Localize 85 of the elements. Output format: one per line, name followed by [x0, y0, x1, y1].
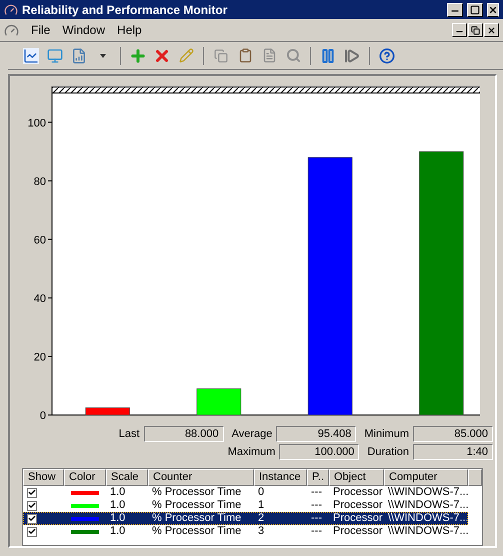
restore-icon — [471, 26, 480, 34]
restore-button[interactable] — [468, 23, 483, 37]
column-header[interactable]: Instance — [254, 469, 307, 486]
menu-item[interactable]: File — [31, 21, 50, 39]
add-icon — [129, 46, 147, 64]
report-view-icon — [71, 48, 87, 64]
column-header[interactable]: Object — [329, 469, 384, 486]
table-cell: 3 — [258, 525, 264, 537]
tick-label: 0 — [40, 410, 46, 422]
stat-value: 85.000 — [413, 426, 493, 442]
step-forward-icon — [344, 48, 360, 64]
table-cell: 0 — [258, 486, 264, 498]
table-cell: Processor — [333, 499, 383, 511]
show-checkbox[interactable] — [27, 488, 37, 498]
table-cell: Processor — [333, 512, 383, 524]
table-cell: \\WINDOWS-7... — [388, 499, 469, 511]
pencil-icon — [178, 48, 194, 63]
menu-item[interactable]: Window — [62, 21, 106, 39]
table-cell: 1.0 — [110, 499, 126, 511]
stat-label: Duration — [367, 444, 409, 460]
table-cell: --- — [311, 525, 322, 537]
paste-icon — [238, 48, 252, 63]
column-header[interactable]: Color — [64, 469, 106, 486]
table-cell: 1.0 — [110, 525, 126, 537]
table-row[interactable]: 1.0 % Processor Time 1 --- Processor \\WINDOWS-7... — [23, 499, 468, 512]
table-row[interactable]: 1.0 % Processor Time 2 --- Processor \\WINDOWS-7... — [23, 512, 468, 525]
properties-icon — [262, 48, 276, 63]
show-checkbox[interactable] — [27, 526, 37, 536]
monitor-icon — [47, 48, 63, 64]
app-icon — [4, 22, 19, 38]
column-header[interactable]: Computer — [384, 469, 468, 486]
close-button[interactable] — [484, 23, 499, 37]
stat-value: 95.408 — [276, 426, 356, 442]
table-cell: 1.0 — [110, 486, 126, 498]
table-cell: \\WINDOWS-7... — [388, 512, 469, 524]
help-icon — [379, 48, 395, 64]
tick-label: 80 — [34, 176, 46, 188]
column-header[interactable]: P.. — [307, 469, 329, 486]
table-cell: 2 — [258, 512, 264, 524]
maximize-icon — [470, 4, 480, 14]
table-cell: % Processor Time — [152, 486, 242, 498]
column-header[interactable]: Scale — [106, 469, 148, 486]
table-cell: % Processor Time — [152, 499, 242, 511]
column-header[interactable]: Counter — [148, 469, 254, 486]
close-button[interactable] — [487, 2, 499, 16]
close-icon — [488, 4, 498, 14]
copy-icon — [214, 48, 228, 62]
show-checkbox[interactable] — [27, 514, 37, 524]
minimize-button[interactable] — [447, 2, 463, 16]
table-cell: Processor — [333, 525, 383, 537]
chart-view-icon — [23, 48, 39, 64]
column-header[interactable]: Show — [23, 469, 64, 486]
table-cell: 1.0 — [110, 512, 126, 524]
table-cell: --- — [311, 512, 322, 524]
stat-label: Last — [118, 427, 140, 442]
table-cell: \\WINDOWS-7... — [388, 486, 469, 498]
maximize-button[interactable] — [467, 2, 483, 16]
close-icon — [487, 26, 496, 34]
tick-label: 100 — [28, 117, 46, 130]
dropdown-icon — [100, 54, 106, 58]
show-checkbox[interactable] — [27, 500, 37, 510]
pause-icon — [320, 48, 336, 64]
table-cell: % Processor Time — [152, 525, 242, 537]
table-cell: \\WINDOWS-7... — [388, 525, 469, 537]
window-title: Reliability and Performance Monitor — [22, 2, 228, 18]
table-cell: --- — [311, 486, 322, 498]
table-row[interactable]: 1.0 % Processor Time 3 --- Processor \\WINDOWS-7... — [23, 525, 468, 538]
stat-label: Average — [232, 427, 272, 442]
table-cell: % Processor Time — [152, 512, 242, 524]
table-cell: 1 — [258, 499, 264, 511]
app-icon — [4, 2, 18, 16]
search-icon — [286, 48, 300, 63]
stat-label: Minimum — [364, 427, 409, 442]
tick-label: 60 — [34, 234, 46, 246]
stat-value: 88.000 — [144, 426, 224, 442]
table-row[interactable]: 1.0 % Processor Time 0 --- Processor \\WINDOWS-7... — [23, 486, 468, 499]
minimize-button[interactable] — [452, 23, 467, 37]
tick-label: 40 — [34, 292, 46, 305]
table-cell: Processor — [333, 486, 383, 498]
stat-value: 100.000 — [279, 444, 360, 460]
table-cell: --- — [311, 499, 322, 511]
stat-label: Maximum — [228, 444, 276, 460]
stat-value: 1:40 — [413, 444, 493, 460]
menu-item[interactable]: Help — [117, 21, 142, 39]
tick-label: 20 — [34, 351, 46, 364]
